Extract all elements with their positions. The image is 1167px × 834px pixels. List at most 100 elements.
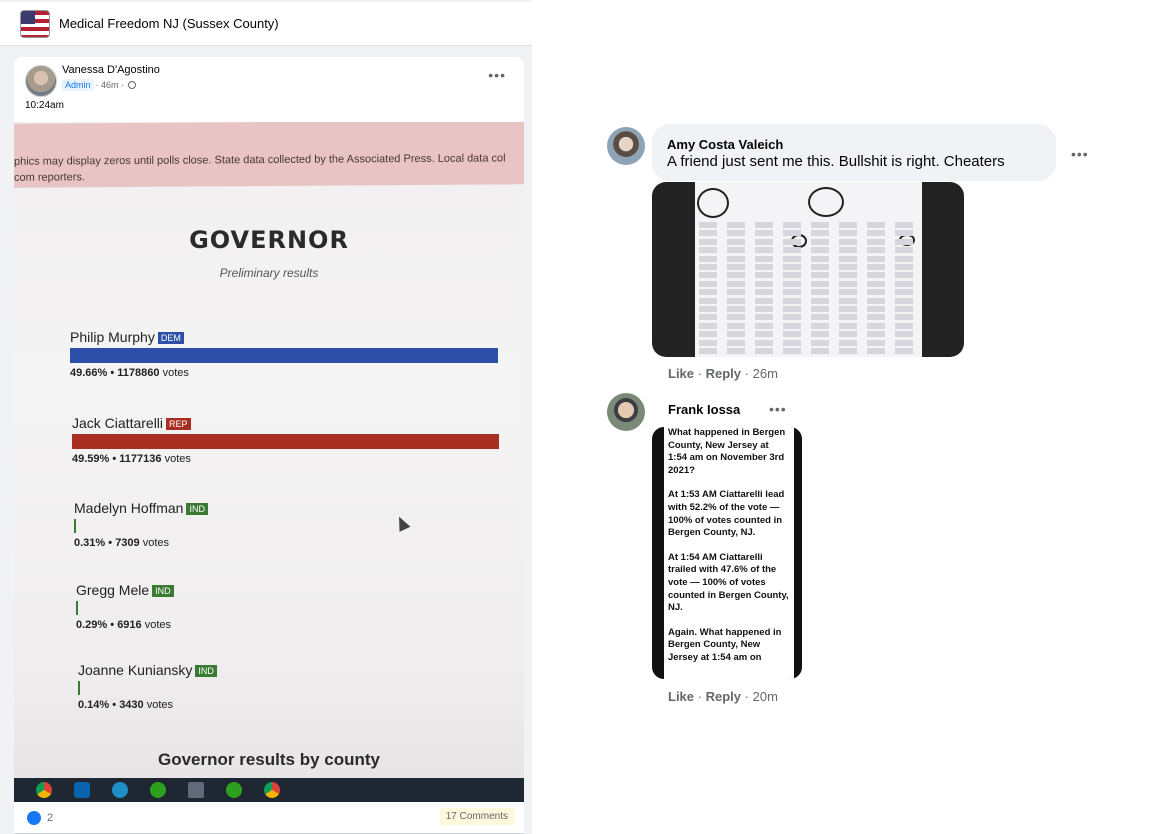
votes-label: votes <box>144 619 172 631</box>
chrome-icon <box>36 782 52 798</box>
quickbooks-icon <box>150 782 166 798</box>
spreadsheet-row <box>699 230 918 237</box>
reply-link[interactable]: Reply <box>706 689 741 704</box>
mouse-cursor-icon <box>393 514 411 532</box>
comment-text: A friend just sent me this. Bullshit is … <box>667 153 1005 170</box>
vote-percent: 49.59% <box>72 453 110 465</box>
comment-age[interactable]: 20m <box>753 689 778 704</box>
commenter-avatar-amy[interactable] <box>607 127 645 165</box>
vote-share-bar <box>74 519 76 533</box>
spreadsheet-row <box>699 306 918 312</box>
post-meta: Admin · 46m · <box>62 79 137 91</box>
image-text-paragraph: At 1:53 AM Ciattarelli lead with 52.2% o… <box>668 489 785 539</box>
admin-badge: Admin <box>62 79 94 91</box>
chrome-icon <box>264 782 280 798</box>
spreadsheet-row <box>699 222 918 228</box>
spreadsheet-row <box>699 247 918 254</box>
party-badge: REP <box>166 418 191 431</box>
candidate-stats: 0.14% • 3430 votes <box>78 699 217 711</box>
spreadsheet-row <box>699 272 918 279</box>
candidate-name: Joanne Kuniansky IND <box>78 662 217 678</box>
candidate-result: Jack Ciattarelli REP 49.59% • 1177136 vote… <box>72 415 499 465</box>
image-text-paragraph: Again. What happened in Bergen County, N… <box>668 626 782 663</box>
post-card: Vanessa D'Agostino Admin · 46m · ••• 10:… <box>14 57 524 834</box>
calculator-icon <box>188 782 204 798</box>
votes-label: votes <box>146 699 174 711</box>
post-options-button[interactable]: ••• <box>488 67 506 83</box>
governor-subtitle: Preliminary results <box>219 266 319 280</box>
spreadsheet-row <box>699 289 918 296</box>
author-avatar[interactable] <box>25 65 57 97</box>
spreadsheet-row <box>699 297 918 304</box>
spreadsheet-row <box>699 322 918 329</box>
comment-options-button[interactable]: ••• <box>769 401 787 417</box>
like-count[interactable]: 2 <box>47 812 53 824</box>
county-results-title: Governor results by county <box>158 750 380 769</box>
votes-label: votes <box>164 453 191 465</box>
governor-title: GOVERNOR <box>189 226 349 254</box>
candidate-name-text: Philip Murphy <box>70 329 155 345</box>
hand-drawn-circle-icon <box>697 188 729 218</box>
comment-bubble: Amy Costa Valeich A friend just sent me … <box>652 124 1056 181</box>
post-photo[interactable]: phics may display zeros until polls clos… <box>14 122 524 802</box>
candidate-name: Jack Ciattarelli REP <box>72 415 499 431</box>
spreadsheet-row <box>699 264 918 270</box>
votes-label: votes <box>142 537 170 549</box>
edge-icon <box>112 782 128 798</box>
candidate-name-text: Gregg Mele <box>76 582 150 598</box>
group-name[interactable]: Medical Freedom NJ (Sussex County) <box>59 16 279 31</box>
spreadsheet-row <box>699 348 918 354</box>
stats-separator: • <box>110 367 115 379</box>
candidate-name: Gregg Mele IND <box>76 582 174 598</box>
stats-separator: • <box>110 619 115 631</box>
party-badge: IND <box>195 665 217 678</box>
stats-separator: • <box>112 453 117 465</box>
vote-count: 7309 <box>115 537 140 549</box>
vote-share-bar <box>78 681 80 695</box>
like-link[interactable]: Like <box>668 689 694 704</box>
candidate-result: Madelyn Hoffman IND 0.31% • 7309 votes <box>74 500 208 549</box>
comment-age[interactable]: 26m <box>753 366 778 381</box>
vote-count: 1178860 <box>117 367 160 379</box>
quickbooks-icon <box>226 782 242 798</box>
comment-options-button[interactable]: ••• <box>1071 146 1089 162</box>
spreadsheet-row <box>699 280 918 287</box>
candidate-result: Joanne Kuniansky IND 0.14% • 3430 votes <box>78 662 217 711</box>
spreadsheet-screenshot <box>695 182 922 357</box>
comment-author[interactable]: Amy Costa Valeich <box>667 137 1041 152</box>
candidate-stats: 0.31% • 7309 votes <box>74 537 208 549</box>
candidate-result: Philip Murphy DEM 49.66% • 1178860 votes <box>70 329 498 379</box>
vote-count: 1177136 <box>119 453 162 465</box>
reply-link[interactable]: Reply <box>706 366 741 381</box>
party-badge: DEM <box>157 332 184 345</box>
vote-share-bar <box>70 348 498 363</box>
post-age[interactable]: · 46m · <box>96 80 125 90</box>
candidate-name: Philip Murphy DEM <box>70 329 498 345</box>
like-reaction-icon[interactable] <box>27 811 41 825</box>
spreadsheet-row <box>699 238 918 245</box>
spreadsheet-row <box>699 255 918 262</box>
post-author-name[interactable]: Vanessa D'Agostino <box>62 64 160 76</box>
vote-share-bar <box>72 434 499 449</box>
spreadsheet-row <box>699 314 918 321</box>
spreadsheet-row <box>699 331 918 338</box>
vote-count: 6916 <box>117 619 142 631</box>
dot-separator: · <box>697 689 702 704</box>
comments-count-link[interactable]: 17 Comments <box>439 808 514 825</box>
comment-image-text[interactable]: What happened in Bergen County, New Jers… <box>652 427 802 679</box>
commenter-avatar-frank[interactable] <box>607 393 645 431</box>
candidate-stats: 49.59% • 1177136 votes <box>72 453 499 465</box>
vote-percent: 0.29% <box>76 619 108 631</box>
outlook-icon <box>74 782 90 798</box>
dot-separator: · <box>697 366 702 381</box>
comment-author[interactable]: Frank Iossa <box>668 402 740 417</box>
like-link[interactable]: Like <box>668 366 694 381</box>
group-flag-icon[interactable] <box>20 9 50 38</box>
dot-separator: · <box>744 366 749 381</box>
candidate-name-text: Joanne Kuniansky <box>78 662 193 678</box>
comment-image-spreadsheet[interactable] <box>652 182 964 357</box>
candidate-stats: 0.29% • 6916 votes <box>76 619 174 631</box>
vote-percent: 0.31% <box>74 537 106 549</box>
group-header[interactable]: Medical Freedom NJ (Sussex County) <box>0 2 532 46</box>
globe-icon <box>128 81 137 89</box>
